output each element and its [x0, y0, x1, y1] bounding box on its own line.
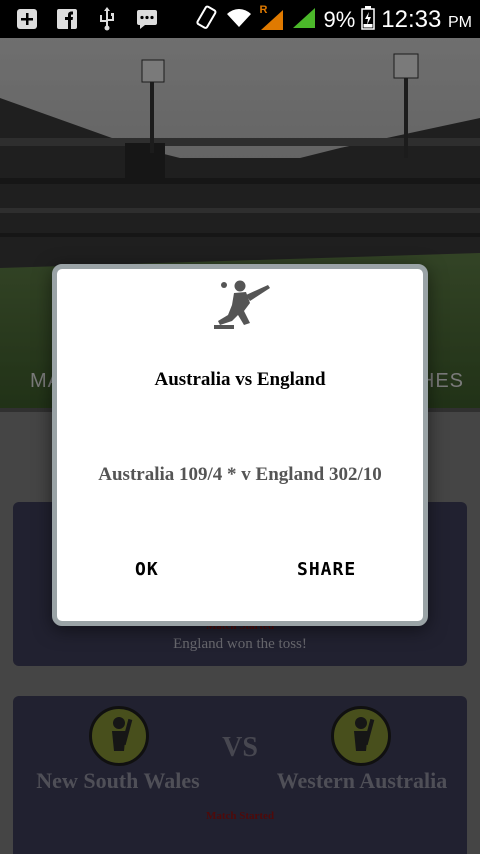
clock: 12:33 PM	[381, 6, 472, 34]
wifi-icon	[225, 7, 253, 33]
ok-button[interactable]: OK	[135, 559, 159, 580]
rotate-icon	[193, 5, 219, 35]
clock-time: 12:33	[381, 6, 442, 33]
system-icons: R 9% 12:33 PM	[193, 4, 472, 35]
clock-ampm: PM	[448, 14, 472, 31]
roaming-label: R	[259, 4, 268, 16]
chat-icon	[134, 7, 160, 31]
cricket-batsman-icon	[210, 277, 274, 335]
score-dialog: Australia vs England Australia 109/4 * v…	[52, 264, 428, 626]
add-box-icon	[14, 7, 40, 31]
signal-roaming-icon: R	[259, 4, 285, 32]
notification-icons	[14, 7, 160, 31]
status-bar: R 9% 12:33 PM	[0, 0, 480, 38]
facebook-icon	[54, 7, 80, 31]
battery-percent: 9%	[323, 7, 356, 32]
usb-icon	[94, 7, 120, 31]
dialog-score: Australia 109/4 * v England 302/10	[98, 464, 382, 485]
dialog-title: Australia vs England	[154, 369, 326, 390]
signal-icon	[291, 6, 317, 34]
battery-icon	[361, 6, 376, 34]
share-button[interactable]: SHARE	[297, 559, 356, 580]
